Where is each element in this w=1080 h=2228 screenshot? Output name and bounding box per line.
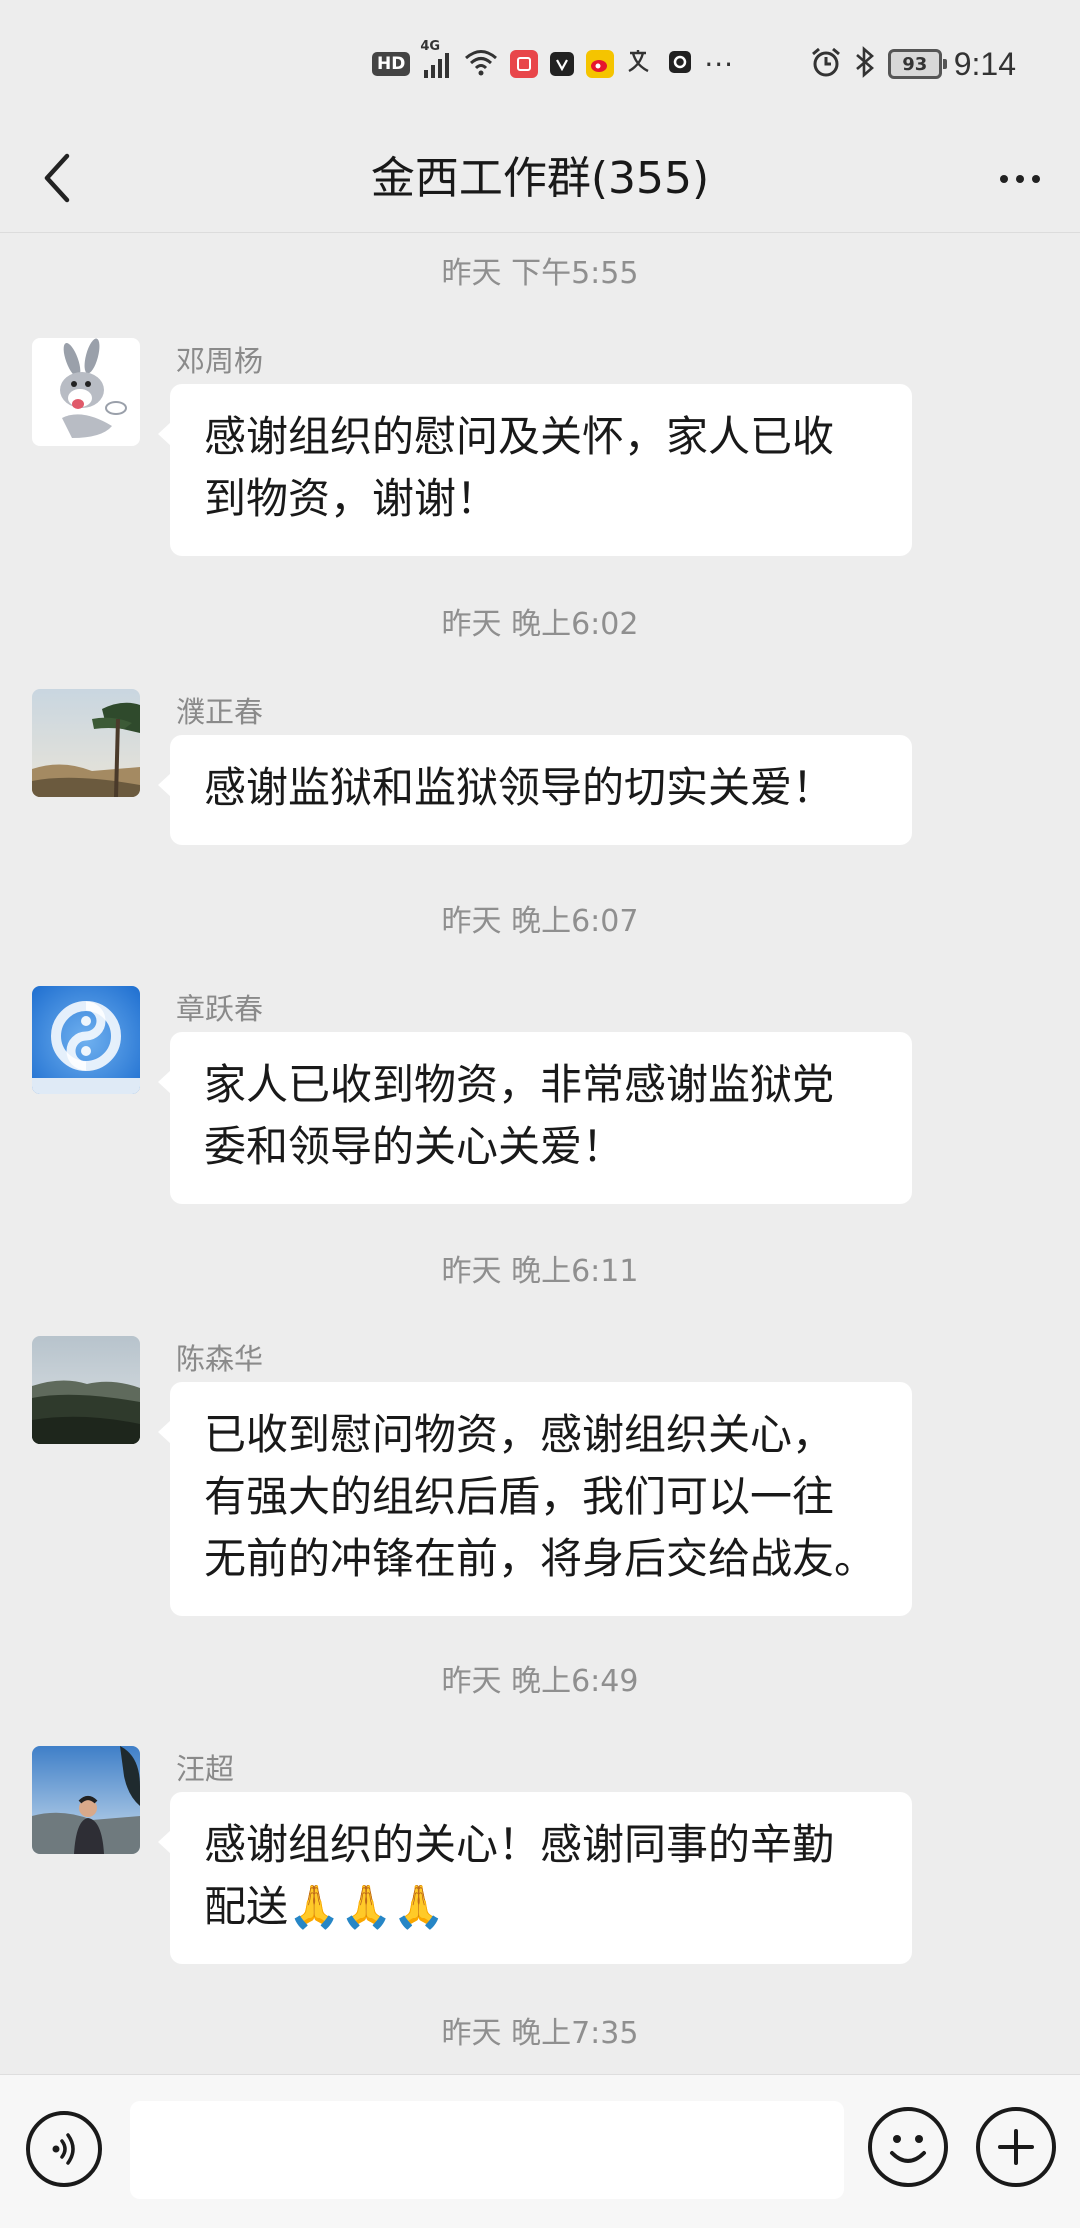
status-icons-right: 93 9:14 [810, 42, 1016, 86]
chevron-left-icon [44, 153, 70, 203]
message-bubble[interactable]: 感谢组织的慰问及关怀，家人已收 到物资，谢谢！ [158, 384, 912, 556]
timestamp: 昨天 下午5:55 [441, 256, 639, 291]
more-notifications-icon: ··· [704, 47, 735, 81]
clock: 9:14 [953, 45, 1016, 82]
wifi-icon [464, 48, 498, 80]
avatar-pine-tree[interactable] [32, 689, 140, 797]
message-list[interactable]: 昨天 下午5:55 邓周杨 感谢组织的慰问及关怀，家人已收 到物资，谢谢！ 昨天… [0, 234, 1080, 2074]
message-bubble[interactable]: 感谢组织的关心！感谢同事的辛勤 配送🙏🙏🙏 [158, 1792, 912, 1964]
message-bubble[interactable]: 感谢监狱和监狱领导的切实关爱！ [158, 735, 912, 845]
message-bubble[interactable]: 已收到慰问物资，感谢组织关心， 有强大的组织后盾，我们可以一往 无前的冲锋在前，… [158, 1382, 912, 1616]
sender-name: 邓周杨 [176, 344, 264, 378]
emoji-icon [890, 2135, 926, 2163]
timestamp: 昨天 晚上6:02 [441, 607, 639, 642]
status-bar: HD 4G ··· 93 9:14 [0, 0, 1080, 125]
red-app-icon [510, 50, 539, 78]
network-type: 4G [420, 39, 441, 54]
translate-icon [626, 47, 656, 82]
alarm-icon [810, 46, 842, 82]
timestamp: 昨天 晚上7:35 [441, 2016, 639, 2051]
status-icons-left: HD 4G ··· [372, 40, 735, 84]
message-bubble[interactable]: 家人已收到物资，非常感谢监狱党 委和领导的关心关爱！ [158, 1032, 912, 1204]
timestamp: 昨天 晚上6:11 [441, 1254, 639, 1289]
avatar-cloud-sky[interactable] [32, 986, 140, 1094]
sender-name: 濮正春 [176, 695, 264, 729]
plus-icon [998, 2129, 1034, 2165]
avatar-mountain[interactable] [32, 1336, 140, 1444]
timestamp: 昨天 晚上6:49 [441, 1664, 639, 1699]
back-button[interactable] [22, 143, 92, 213]
more-dots-icon [1000, 175, 1008, 183]
timestamp: 昨天 晚上6:07 [441, 904, 639, 939]
more-dot [1032, 175, 1040, 183]
voice-icon [52, 2133, 75, 2165]
sender-name: 汪超 [176, 1752, 235, 1786]
record-icon [668, 50, 692, 78]
weibo-icon [586, 50, 615, 78]
app-icon [550, 52, 575, 76]
plus-button[interactable] [976, 2107, 1056, 2187]
avatar-person-outdoor[interactable] [32, 1746, 140, 1854]
chat-title: 金西工作群(355) [370, 153, 710, 204]
sender-name: 章跃春 [176, 992, 264, 1026]
more-dot [1016, 175, 1024, 183]
signal-icon: 4G [420, 40, 452, 78]
bluetooth-icon [854, 46, 876, 82]
hd-icon: HD [372, 52, 411, 76]
emoji-button[interactable] [868, 2107, 948, 2187]
message-input[interactable] [130, 2101, 844, 2199]
voice-button[interactable] [26, 2111, 102, 2187]
sender-name: 陈森华 [176, 1342, 264, 1376]
battery-icon: 93 [887, 49, 947, 79]
chat-header: 金西工作群(355) [0, 125, 1080, 233]
avatar-cartoon-rabbit[interactable] [32, 338, 140, 446]
more-button[interactable] [988, 149, 1052, 209]
input-bar [0, 2074, 1080, 2228]
